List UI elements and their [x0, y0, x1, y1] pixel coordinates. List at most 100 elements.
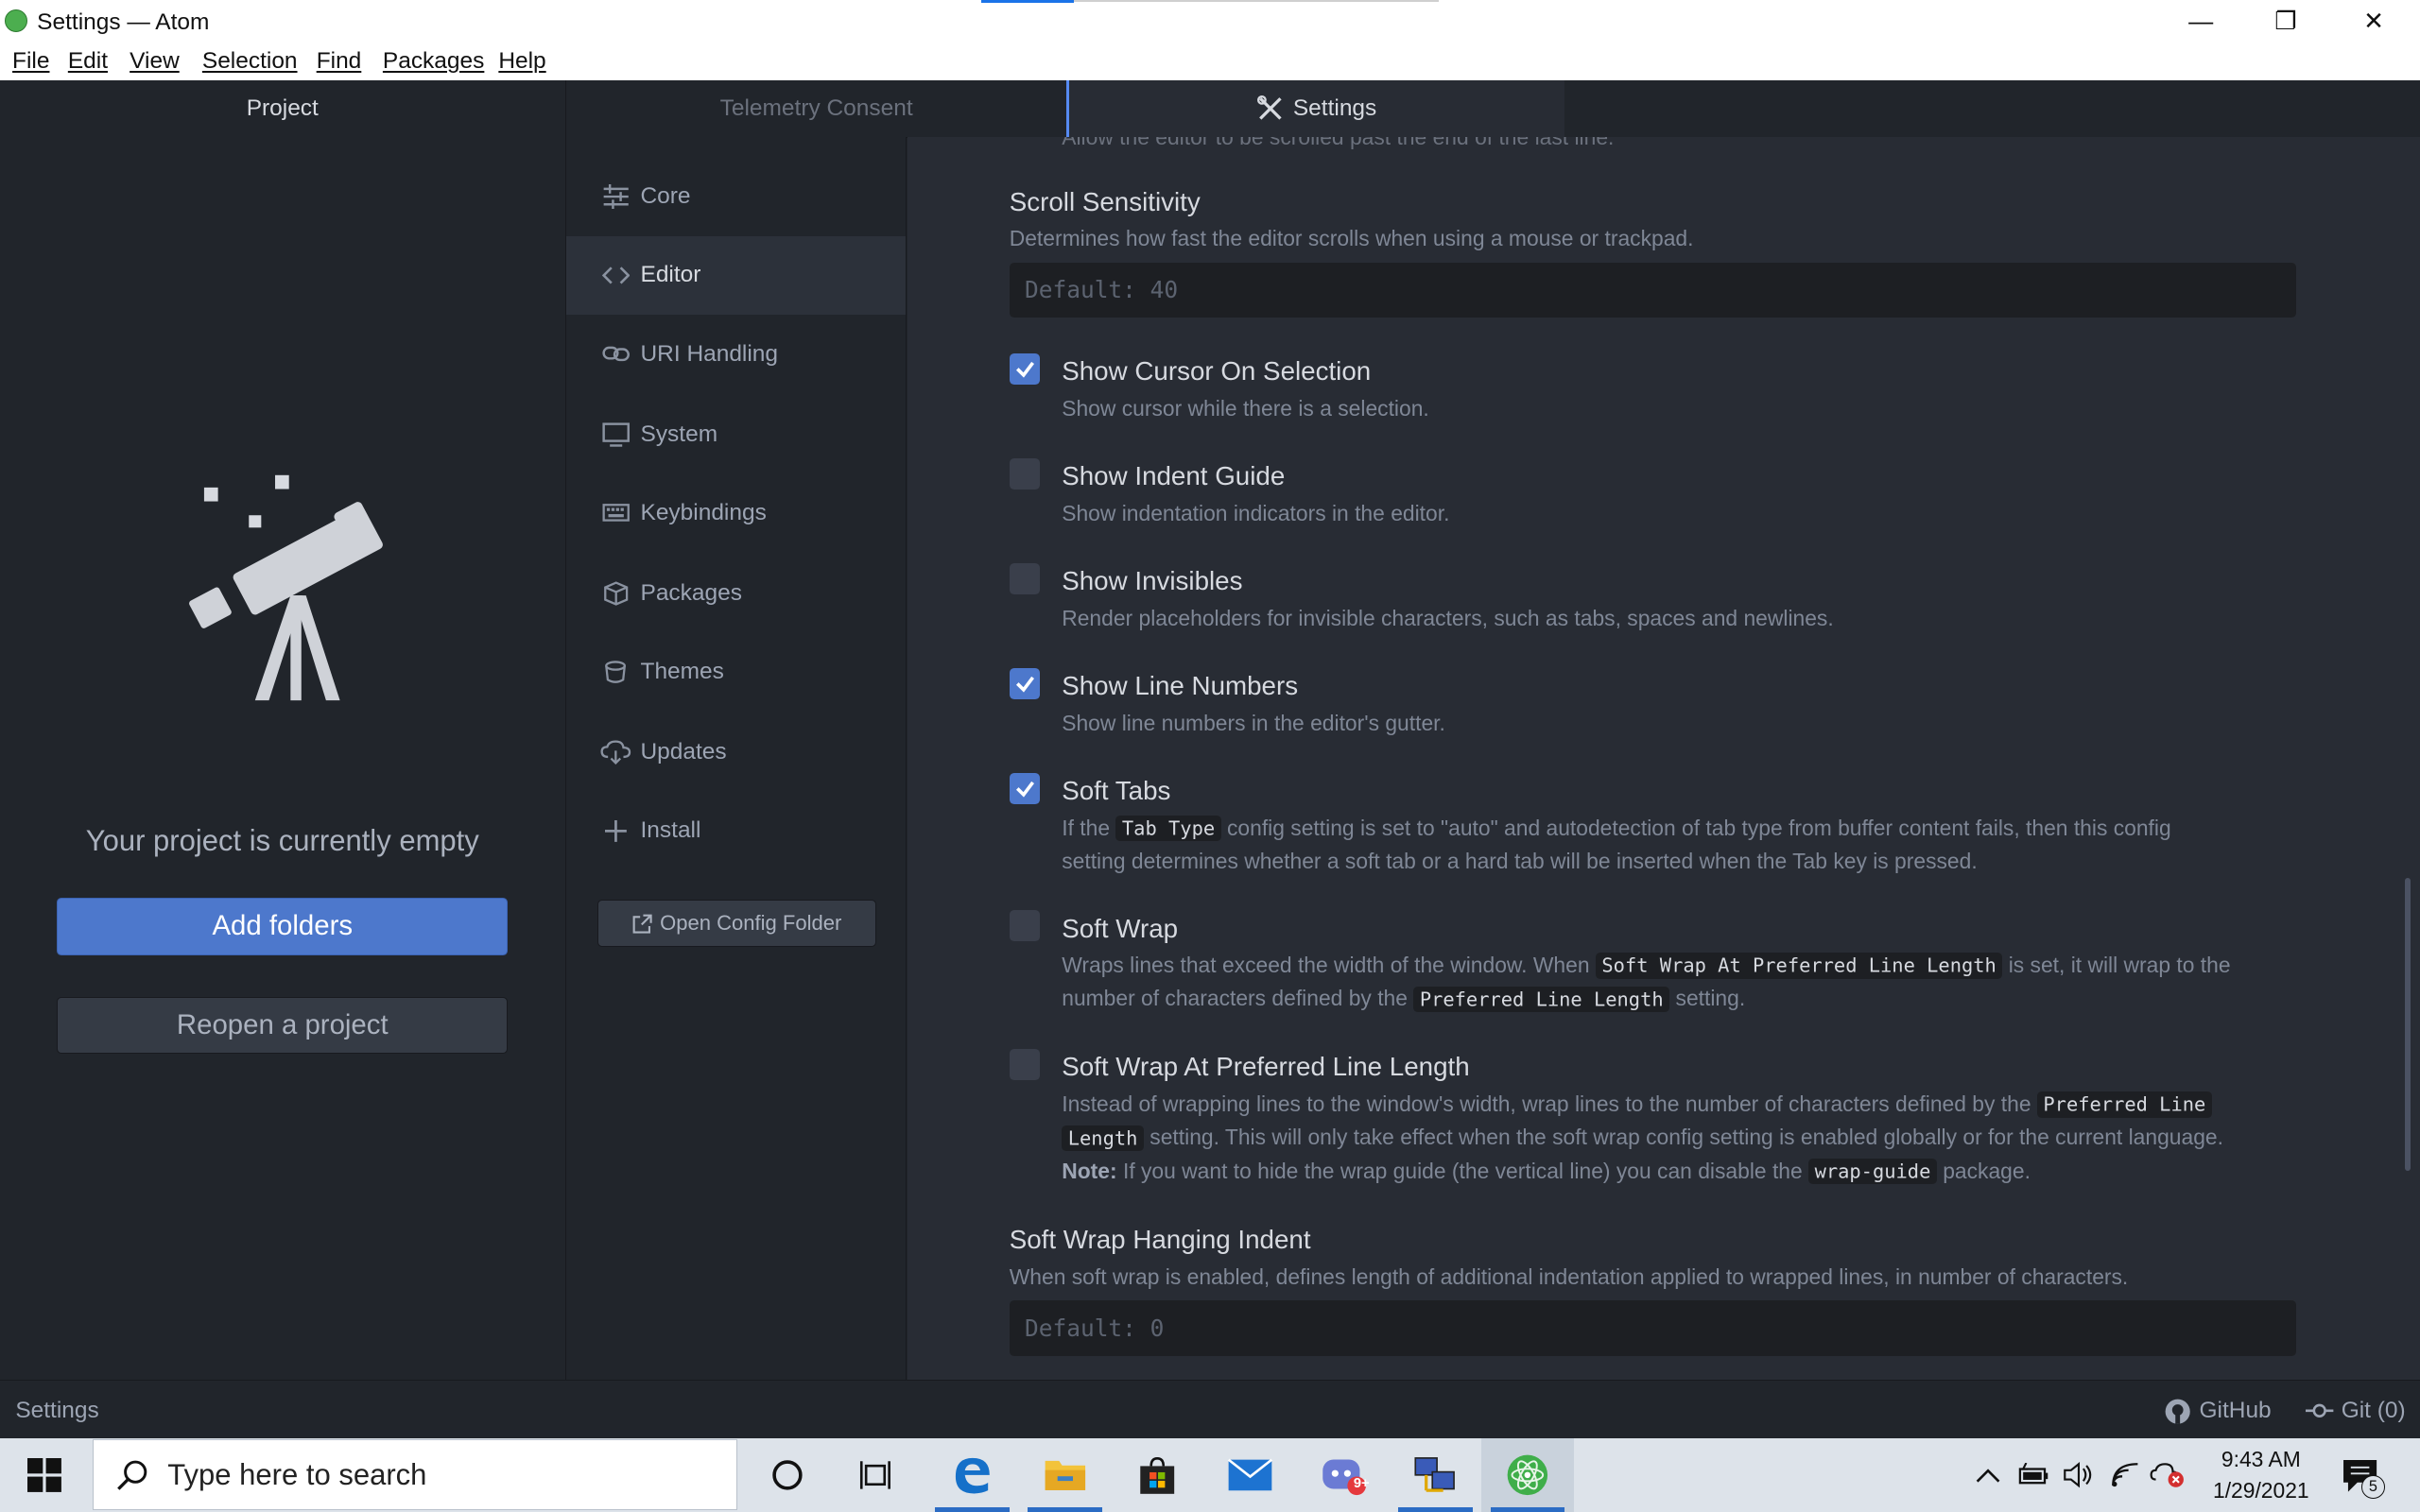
taskbar: Type here to search 9+ 9:43 AM 1/29/2021…	[0, 1437, 2420, 1512]
taskbar-search[interactable]: Type here to search	[92, 1439, 738, 1511]
onedrive-tray[interactable]	[2149, 1438, 2188, 1512]
minimize-button[interactable]: —	[2157, 0, 2243, 43]
show-cursor-on-selection-title: Show Cursor On Selection	[1062, 356, 1372, 387]
menu-edit[interactable]: Edit	[68, 48, 108, 75]
reopen-project-button[interactable]: Reopen a project	[57, 996, 509, 1055]
notification-count: 5	[2360, 1474, 2385, 1499]
empty-project-message: Your project is currently empty	[85, 823, 479, 857]
show-invisibles-title: Show Invisibles	[1062, 566, 1243, 596]
task-view-icon	[859, 1461, 890, 1489]
running-indicator	[1398, 1507, 1473, 1512]
taskbar-network-app[interactable]	[1389, 1438, 1481, 1512]
cloud-download-icon	[600, 738, 631, 765]
taskbar-atom[interactable]	[1481, 1437, 1575, 1512]
nav-item-label: System	[640, 421, 718, 447]
show-indent-guide-checkbox[interactable]	[1009, 457, 1041, 490]
nav-item-editor[interactable]: Editor	[566, 235, 907, 316]
nav-item-install[interactable]: Install	[566, 792, 906, 870]
package-icon	[600, 579, 631, 607]
soft-tabs-desc: If the Tab Type config setting is set to…	[1062, 815, 2171, 874]
menu-view[interactable]: View	[130, 48, 180, 75]
taskbar-clock[interactable]: 9:43 AM 1/29/2021	[2191, 1444, 2330, 1505]
drag-indicator-line	[1074, 0, 1439, 2]
menu-help[interactable]: Help	[498, 48, 545, 75]
nav-item-updates[interactable]: Updates	[566, 713, 906, 791]
taskbar-store[interactable]	[1112, 1438, 1204, 1512]
status-settings-label[interactable]: Settings	[15, 1398, 98, 1424]
task-view-button[interactable]	[830, 1438, 923, 1512]
tab-settings[interactable]: Settings	[1066, 79, 1565, 138]
link-icon	[600, 340, 631, 368]
edge-icon	[955, 1457, 990, 1494]
cortana-icon	[771, 1460, 803, 1490]
show-invisibles-desc: Render placeholders for invisible charac…	[1062, 605, 1834, 630]
checkmark-icon	[1015, 676, 1034, 693]
telescope-icon	[188, 474, 383, 701]
volume-icon	[2064, 1462, 2092, 1488]
soft-tabs-checkbox[interactable]	[1009, 772, 1041, 804]
tab-telemetry-consent[interactable]: Telemetry Consent	[566, 80, 1066, 137]
action-center-button[interactable]: 5	[2334, 1438, 2387, 1512]
running-indicator	[1028, 1507, 1102, 1512]
nav-item-core[interactable]: Core	[566, 158, 906, 236]
code-icon	[600, 262, 631, 289]
paintcan-icon	[600, 658, 631, 685]
cortana-button[interactable]	[741, 1438, 834, 1512]
wifi-tray[interactable]	[2105, 1438, 2145, 1512]
git-commit-icon	[2306, 1403, 2334, 1418]
show-cursor-on-selection-checkbox[interactable]	[1009, 352, 1041, 385]
taskbar-discord[interactable]: 9+	[1296, 1438, 1389, 1512]
git-label: Git (0)	[2341, 1397, 2406, 1423]
nav-item-uri-handling[interactable]: URI Handling	[566, 315, 906, 393]
menu-file[interactable]: File	[12, 48, 49, 75]
soft-wrap-checkbox[interactable]	[1009, 910, 1041, 941]
menu-packages[interactable]: Packages	[383, 48, 484, 75]
soft-wrap-desc: Wraps lines that exceed the width of the…	[1062, 953, 2231, 1012]
nav-item-keybindings[interactable]: Keybindings	[566, 473, 906, 552]
menu-find[interactable]: Find	[317, 48, 362, 75]
taskbar-edge[interactable]	[926, 1438, 1019, 1512]
status-bar: Settings GitHub Git (0)	[0, 1379, 2420, 1439]
network-computers-icon	[1414, 1457, 1455, 1492]
scroll-sensitivity-desc: Determines how fast the editor scrolls w…	[1009, 226, 1694, 251]
menu-selection[interactable]: Selection	[202, 48, 298, 75]
scroll-past-end-desc: Allow the editor to be scrolled past the…	[1062, 137, 1614, 150]
github-label: GitHub	[2199, 1398, 2272, 1424]
soft-wrap-hanging-indent-desc: When soft wrap is enabled, defines lengt…	[1009, 1263, 2129, 1289]
taskbar-file-explorer[interactable]	[1019, 1438, 1112, 1512]
git-status[interactable]: Git (0)	[2306, 1398, 2406, 1424]
start-button[interactable]	[0, 1438, 90, 1512]
nav-item-system[interactable]: System	[566, 395, 906, 473]
open-config-folder-button[interactable]: Open Config Folder	[596, 899, 877, 948]
volume-tray[interactable]	[2059, 1438, 2099, 1512]
keyboard-icon	[600, 499, 631, 526]
scroll-sensitivity-input[interactable]: Default: 40	[1009, 262, 2297, 318]
search-icon	[116, 1460, 147, 1490]
soft-wrap-at-preferred-line-length-desc: Instead of wrapping lines to the window'…	[1062, 1091, 2223, 1185]
nav-item-label: Updates	[640, 738, 727, 765]
wifi-icon	[2111, 1463, 2138, 1487]
nav-item-packages[interactable]: Packages	[566, 554, 906, 632]
battery-icon	[2018, 1462, 2048, 1485]
tab-label: Telemetry Consent	[719, 95, 913, 122]
restore-button[interactable]: ❐	[2242, 0, 2328, 43]
show-line-numbers-checkbox[interactable]	[1009, 667, 1041, 699]
plus-icon	[600, 816, 631, 844]
sliders-icon	[600, 182, 631, 210]
soft-wrap-at-preferred-line-length-title: Soft Wrap At Preferred Line Length	[1062, 1052, 1470, 1082]
nav-item-label: Packages	[640, 579, 742, 606]
show-hidden-icons-button[interactable]	[1969, 1438, 2006, 1512]
github-status[interactable]: GitHub	[2164, 1398, 2272, 1425]
taskbar-mail[interactable]	[1203, 1438, 1296, 1512]
nav-item-themes[interactable]: Themes	[566, 632, 906, 711]
add-folders-button[interactable]: Add folders	[57, 898, 509, 955]
settings-nav: Core Editor URI Handling System Keybindi…	[566, 137, 908, 1380]
windows-icon	[27, 1457, 62, 1492]
search-placeholder: Type here to search	[167, 1457, 427, 1491]
soft-wrap-hanging-indent-input[interactable]: Default: 0	[1009, 1300, 2297, 1357]
soft-wrap-at-preferred-line-length-checkbox[interactable]	[1009, 1049, 1041, 1080]
close-button[interactable]: ✕	[2330, 0, 2416, 43]
show-invisibles-checkbox[interactable]	[1009, 562, 1041, 594]
settings-scrollbar[interactable]	[2404, 877, 2411, 1172]
battery-tray[interactable]	[2013, 1438, 2052, 1512]
